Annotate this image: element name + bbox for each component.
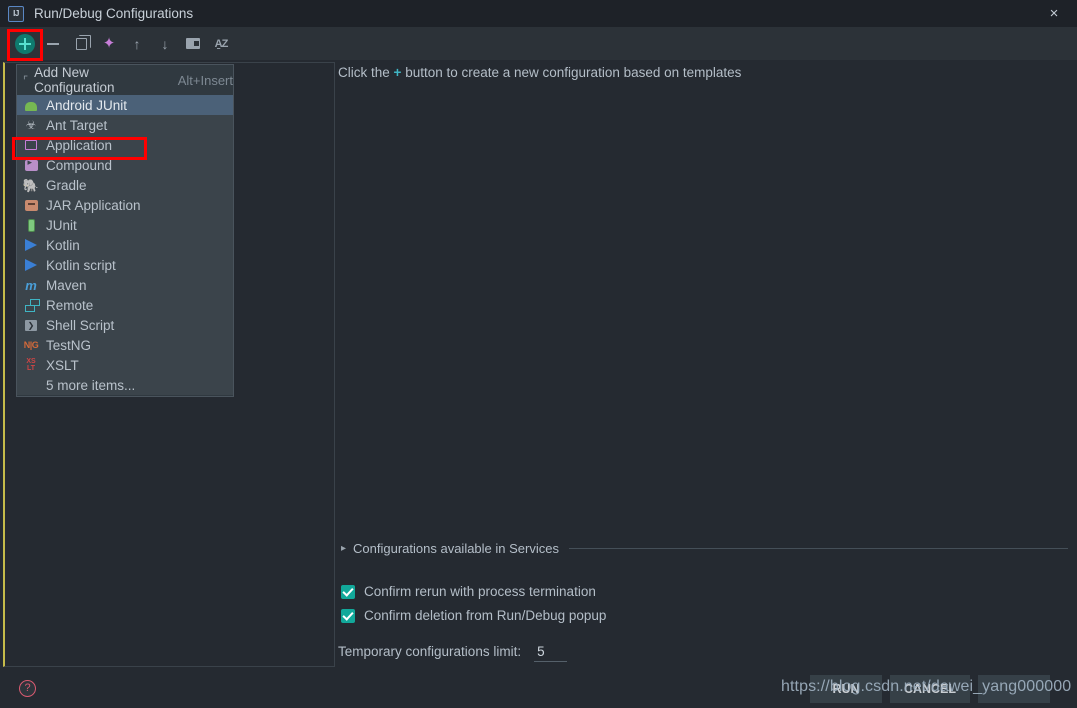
configuration-type-item[interactable]: 5 more items... (17, 375, 233, 395)
minus-icon (47, 42, 59, 45)
folder-plus-icon (186, 38, 200, 49)
sort-alphabetical-icon: A̱Z (214, 37, 229, 50)
confirm-deletion-row[interactable]: Confirm deletion from Run/Debug popup (341, 608, 606, 623)
configuration-type-item[interactable]: JAR Application (17, 195, 233, 215)
arrow-down-icon: ↓ (161, 35, 169, 52)
configuration-type-label: Ant Target (46, 117, 108, 133)
sort-configurations-button[interactable]: A̱Z (208, 31, 234, 57)
popup-header-label: Add New Configuration (34, 65, 115, 95)
popup-caret-icon: ⌜ (23, 74, 29, 87)
xslt-icon: XS LT (26, 358, 36, 372)
kotlin-icon (23, 237, 39, 253)
configuration-type-item[interactable]: 🐘 Gradle (17, 175, 233, 195)
confirm-rerun-label: Confirm rerun with process termination (364, 584, 596, 599)
maven-icon: m (25, 277, 37, 293)
hint-prefix: Click the (338, 65, 390, 80)
configuration-type-label: 5 more items... (46, 377, 136, 393)
configuration-type-label: Android JUnit (46, 97, 128, 113)
configuration-type-label: TestNG (46, 337, 92, 353)
help-icon[interactable]: ? (19, 680, 36, 697)
gradle-icon: 🐘 (22, 177, 40, 193)
edit-templates-button[interactable]: ✦ (96, 31, 122, 57)
arrow-up-icon: ↑ (133, 35, 141, 52)
secondary-action-button[interactable] (978, 675, 1050, 703)
cancel-button[interactable]: CANCEL (890, 675, 970, 703)
configuration-type-label: XSLT (46, 357, 79, 373)
configuration-details-panel: Click the + button to create a new confi… (338, 62, 1073, 667)
services-section-header[interactable]: ▸ Configurations available in Services (341, 540, 1068, 556)
configuration-type-label: Kotlin script (46, 257, 116, 273)
new-folder-button[interactable] (180, 31, 206, 57)
android-icon (23, 97, 39, 113)
services-section-label: Configurations available in Services (353, 540, 559, 556)
page-title: Run/Debug Configurations (34, 6, 194, 21)
configuration-type-item[interactable]: Kotlin (17, 235, 233, 255)
configuration-type-item[interactable]: Application (17, 135, 233, 155)
hint-suffix: button to create a new configuration bas… (405, 65, 742, 80)
configuration-type-item[interactable]: N|G TestNG (17, 335, 233, 355)
configuration-type-item[interactable]: ☣ Ant Target (17, 115, 233, 135)
confirm-rerun-checkbox[interactable] (341, 584, 355, 599)
copy-icon (75, 35, 91, 50)
configuration-type-item[interactable]: Compound (17, 155, 233, 175)
configuration-type-label: Kotlin (46, 237, 80, 253)
section-divider (568, 547, 1068, 549)
configuration-type-label: Application (46, 137, 113, 153)
run-debug-configurations-dialog: IJ Run/Debug Configurations × ✦ ↑ ↓ A̱Z (0, 0, 1077, 708)
application-icon (23, 137, 39, 153)
confirm-deletion-checkbox[interactable] (341, 608, 355, 623)
configuration-type-label: Shell Script (46, 317, 115, 333)
add-configuration-button[interactable] (12, 31, 38, 57)
hint-plus-icon: + (393, 65, 402, 80)
intellij-logo-icon: IJ (8, 5, 24, 22)
configuration-type-item[interactable]: JUnit (17, 215, 233, 235)
add-new-configuration-popup: ⌜ Add New Configuration Alt+Insert Andro… (16, 64, 234, 397)
move-up-button[interactable]: ↑ (124, 31, 150, 57)
chevron-right-icon: ▸ (341, 542, 347, 554)
confirm-deletion-label: Confirm deletion from Run/Debug popup (364, 608, 607, 623)
compound-icon (23, 157, 39, 173)
configuration-type-label: Compound (46, 157, 113, 173)
configuration-type-label: JUnit (46, 217, 77, 233)
configuration-type-list: Android JUnit ☣ Ant Target Application Compo… (17, 95, 233, 395)
toolbar: ✦ ↑ ↓ A̱Z (0, 27, 1077, 60)
configuration-type-item[interactable]: Kotlin script (17, 255, 233, 275)
title-bar: IJ Run/Debug Configurations × (0, 0, 1077, 27)
move-down-button[interactable]: ↓ (152, 31, 178, 57)
configuration-type-item[interactable]: Remote (17, 295, 233, 315)
configuration-type-item[interactable]: XS LT XSLT (17, 355, 233, 375)
gear-icon: ✦ (102, 35, 116, 52)
temporary-limit-label: Temporary configurations limit: (338, 644, 522, 659)
shell-script-icon: ❯ (23, 317, 39, 333)
testng-icon: N|G (23, 339, 39, 350)
empty-state-hint: Click the + button to create a new confi… (338, 65, 741, 80)
configuration-type-label: Remote (46, 297, 94, 313)
confirm-rerun-row[interactable]: Confirm rerun with process termination (341, 584, 596, 599)
configuration-type-label: Gradle (46, 177, 87, 193)
copy-configuration-button[interactable] (68, 31, 94, 57)
configuration-type-item[interactable]: Android JUnit (17, 95, 233, 115)
configuration-type-item[interactable]: m Maven (17, 275, 233, 295)
configuration-type-item[interactable]: ❯ Shell Script (17, 315, 233, 335)
popup-header: ⌜ Add New Configuration Alt+Insert (17, 65, 233, 95)
remove-configuration-button[interactable] (40, 31, 66, 57)
temporary-limit-row: Temporary configurations limit: 5 (338, 644, 568, 662)
jar-icon (23, 197, 39, 213)
popup-header-shortcut: Alt+Insert (177, 72, 233, 88)
configuration-type-label: JAR Application (46, 197, 141, 213)
configuration-type-label: Maven (46, 277, 87, 293)
plus-icon (15, 33, 35, 54)
junit-icon (23, 217, 39, 233)
kotlin-script-icon (23, 257, 39, 273)
close-icon[interactable]: × (1031, 0, 1077, 27)
temporary-limit-input[interactable]: 5 (534, 644, 568, 662)
run-button[interactable]: RUN (810, 675, 882, 703)
remote-icon (23, 297, 40, 313)
ant-icon: ☣ (25, 118, 37, 132)
